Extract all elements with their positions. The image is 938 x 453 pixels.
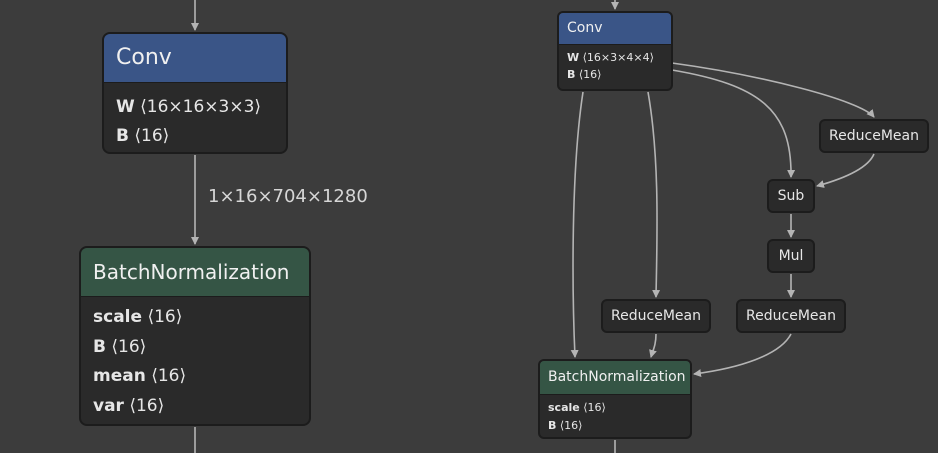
edge-reducemean-left-to-bn — [649, 333, 657, 358]
attr-value: ⟨16⟩ — [129, 395, 165, 416]
edge-reducemean-top-to-sub — [816, 153, 875, 188]
edge-reducemean-right-to-bn — [693, 333, 792, 378]
attr-row: B ⟨16⟩ — [116, 122, 274, 151]
attr-row: mean ⟨16⟩ — [93, 362, 297, 392]
attr-value: ⟨16⟩ — [559, 419, 583, 432]
batchnorm-node-attributes: scale ⟨16⟩ B ⟨16⟩ mean ⟨16⟩ var ⟨16⟩ — [81, 297, 309, 424]
reducemean-node-top[interactable]: ReduceMean — [819, 119, 929, 153]
attr-row: B ⟨16⟩ — [567, 66, 663, 83]
edge-conv-to-sub — [671, 69, 796, 178]
conv-node-left[interactable]: Conv W ⟨16×16×3×3⟩ B ⟨16⟩ — [102, 32, 288, 154]
attr-value: ⟨16⟩ — [583, 401, 606, 414]
conv-node-title: Conv — [559, 13, 671, 45]
attr-row: var ⟨16⟩ — [93, 392, 297, 422]
attr-value: ⟨16×3×4×4⟩ — [582, 51, 654, 64]
attr-name: B — [567, 68, 576, 81]
batchnorm-node-left[interactable]: BatchNormalization scale ⟨16⟩ B ⟨16⟩ mea… — [79, 246, 311, 426]
batchnorm-node-right[interactable]: BatchNormalization scale ⟨16⟩ B ⟨16⟩ — [538, 359, 692, 439]
conv-node-title: Conv — [104, 34, 286, 83]
attr-name: B — [116, 126, 129, 146]
conv-node-right[interactable]: Conv W ⟨16×3×4×4⟩ B ⟨16⟩ — [557, 11, 673, 91]
attr-name: B — [93, 336, 106, 357]
attr-name: var — [93, 395, 124, 416]
sub-node[interactable]: Sub — [767, 179, 815, 213]
batchnorm-node-title: BatchNormalization — [540, 361, 690, 395]
attr-value: ⟨16⟩ — [578, 68, 602, 81]
edge-conv-to-bn-right — [570, 91, 584, 358]
edge-conv-to-reducemean-left — [647, 91, 661, 298]
attr-row: scale ⟨16⟩ — [93, 303, 297, 333]
reducemean-node-left[interactable]: ReduceMean — [601, 299, 711, 333]
attr-value: ⟨16×16×3×3⟩ — [140, 97, 262, 117]
attr-name: B — [548, 419, 557, 432]
reducemean-node-right[interactable]: ReduceMean — [736, 299, 846, 333]
conv-node-attributes: W ⟨16×16×3×3⟩ B ⟨16⟩ — [104, 83, 286, 152]
attr-value: ⟨16⟩ — [111, 336, 147, 357]
mul-node[interactable]: Mul — [767, 239, 815, 273]
attr-row: B ⟨16⟩ — [93, 333, 297, 363]
attr-row: B ⟨16⟩ — [548, 417, 682, 435]
attr-row: W ⟨16×3×4×4⟩ — [567, 49, 663, 66]
attr-value: ⟨16⟩ — [147, 307, 183, 327]
batchnorm-node-title: BatchNormalization — [81, 248, 309, 297]
conv-node-attributes: W ⟨16×3×4×4⟩ B ⟨16⟩ — [559, 45, 671, 87]
attr-name: scale — [93, 307, 143, 327]
attr-value: ⟨16⟩ — [151, 366, 187, 386]
attr-value: ⟨16⟩ — [134, 126, 170, 146]
attr-row: W ⟨16×16×3×3⟩ — [116, 93, 274, 122]
attr-name: W — [116, 97, 135, 117]
attr-name: scale — [548, 401, 580, 414]
tensor-shape-label: 1×16×704×1280 — [208, 186, 368, 207]
attr-row: scale ⟨16⟩ — [548, 399, 682, 417]
edge-conv-to-reducemean-top — [671, 62, 875, 118]
attr-name: W — [567, 51, 580, 64]
attr-name: mean — [93, 366, 146, 386]
batchnorm-node-attributes: scale ⟨16⟩ B ⟨16⟩ — [540, 395, 690, 437]
